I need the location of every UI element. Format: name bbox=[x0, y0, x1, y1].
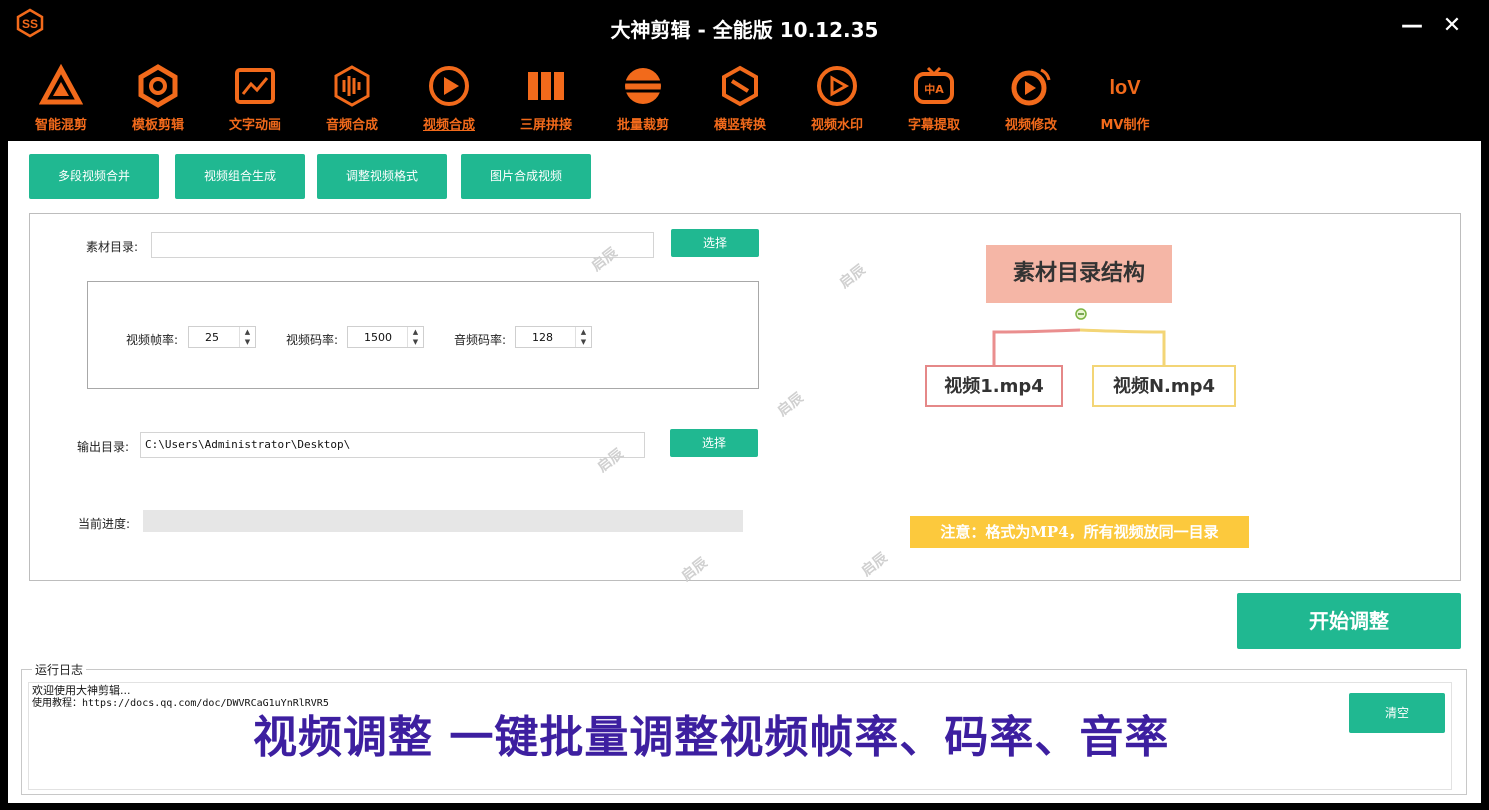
svg-text:loV: loV bbox=[1109, 77, 1141, 99]
stepper-up-icon[interactable]: ▲ bbox=[576, 327, 591, 337]
progress-bar bbox=[143, 510, 743, 532]
triangle-logo-icon bbox=[39, 64, 83, 105]
stepper-up-icon[interactable]: ▲ bbox=[408, 327, 423, 337]
nav-item-watermark[interactable]: 视频水印 bbox=[792, 64, 882, 140]
window-title: 大神剪辑 - 全能版 10.12.35 bbox=[610, 18, 879, 42]
frame-rate-value: 25 bbox=[205, 331, 219, 344]
nav-item-mv-make[interactable]: loV MV制作 bbox=[1080, 64, 1170, 140]
video-bitrate-label: 视频码率: bbox=[286, 333, 339, 347]
nav-label: 视频修改 bbox=[1004, 118, 1057, 133]
log-title: 运行日志 bbox=[32, 661, 87, 678]
audio-bitrate-label: 音频码率: bbox=[454, 333, 507, 347]
title-bar: SS 大神剪辑 - 全能版 10.12.35 — ✕ bbox=[0, 0, 1489, 56]
stepper-down-icon[interactable]: ▼ bbox=[576, 337, 591, 347]
progress-label: 当前进度: bbox=[78, 517, 131, 531]
watermark-play-icon bbox=[817, 66, 857, 106]
subtab-combo-generate[interactable]: 视频组合生成 bbox=[175, 154, 305, 199]
close-button[interactable]: ✕ bbox=[1438, 12, 1466, 40]
stepper-up-icon[interactable]: ▲ bbox=[240, 327, 255, 337]
mv-logo-icon: loV bbox=[1109, 77, 1141, 99]
nav-label: 智能混剪 bbox=[34, 118, 87, 133]
output-select-button[interactable]: 选择 bbox=[670, 429, 758, 457]
audio-bitrate-stepper[interactable]: 128 ▲ ▼ bbox=[515, 326, 592, 348]
source-select-button[interactable]: 选择 bbox=[671, 229, 759, 257]
nav-item-batch-crop[interactable]: 批量裁剪 bbox=[598, 64, 688, 140]
source-dir-label: 素材目录: bbox=[86, 240, 139, 254]
crop-circle-icon bbox=[625, 68, 661, 104]
main-panel: 素材目录: 选择 视频帧率: 25 ▲ ▼ 视频码率: 1500 ▲ ▼ 音频码率:… bbox=[29, 213, 1461, 585]
nav-item-video-synth[interactable]: 视频合成 bbox=[404, 64, 494, 140]
watermark-text: 启辰 bbox=[774, 389, 807, 420]
rotate-cube-icon bbox=[722, 65, 758, 107]
three-screen-icon bbox=[528, 72, 564, 100]
start-adjust-button[interactable]: 开始调整 bbox=[1237, 593, 1461, 649]
subtab-multi-merge[interactable]: 多段视频合并 bbox=[29, 154, 159, 199]
stepper-down-icon[interactable]: ▼ bbox=[240, 337, 255, 347]
source-dir-input[interactable] bbox=[151, 232, 654, 258]
nav-label: 文字动画 bbox=[228, 118, 281, 133]
nav-label: 视频合成 bbox=[422, 118, 475, 133]
video-edit-icon bbox=[1011, 68, 1051, 106]
output-dir-label: 输出目录: bbox=[77, 440, 130, 454]
nav-label: 三屏拼接 bbox=[519, 118, 572, 133]
minimize-button[interactable]: — bbox=[1398, 12, 1426, 40]
subtitle-tv-icon: 中A bbox=[914, 66, 954, 104]
content-area: 多段视频合并 视频组合生成 调整视频格式 图片合成视频 素材目录: 选择 视频帧… bbox=[8, 141, 1481, 803]
nav-item-smart-mix[interactable]: 智能混剪 bbox=[16, 64, 106, 140]
nav-item-video-modify[interactable]: 视频修改 bbox=[986, 64, 1076, 140]
nav-item-audio-synth[interactable]: 音频合成 bbox=[307, 64, 397, 140]
svg-text:中A: 中A bbox=[924, 82, 944, 96]
frame-rate-label: 视频帧率: bbox=[126, 333, 179, 347]
watermark-text: 启辰 bbox=[836, 261, 869, 292]
nav-label: 音频合成 bbox=[325, 118, 378, 133]
frame-rate-stepper[interactable]: 25 ▲ ▼ bbox=[188, 326, 256, 348]
nav-label: 模板剪辑 bbox=[131, 118, 184, 133]
diagram-root-node: 素材目录结构 bbox=[986, 245, 1172, 303]
dir-structure-diagram: 素材目录结构 视频1.mp4 视频N.mp4 注意：格式为MP4，所有视频放同一… bbox=[910, 244, 1270, 548]
nav-label: 视频水印 bbox=[810, 118, 863, 133]
clear-log-button[interactable]: 清空 bbox=[1349, 693, 1445, 733]
nav-label: MV制作 bbox=[1100, 118, 1150, 133]
nav-item-text-animation[interactable]: 文字动画 bbox=[210, 64, 300, 140]
video-bitrate-value: 1500 bbox=[364, 331, 392, 344]
diagram-node-first: 视频1.mp4 bbox=[925, 365, 1063, 407]
nav-item-orientation[interactable]: 横竖转换 bbox=[695, 64, 785, 140]
audio-bitrate-value: 128 bbox=[532, 331, 553, 344]
nav-item-three-screen[interactable]: 三屏拼接 bbox=[501, 64, 591, 140]
audio-wave-globe-icon bbox=[334, 65, 370, 107]
promo-banner: 视频调整 一键批量调整视频帧率、码率、音率 bbox=[253, 712, 1170, 763]
nav-label: 批量裁剪 bbox=[616, 118, 669, 133]
subtab-image-to-video[interactable]: 图片合成视频 bbox=[461, 154, 591, 199]
subtab-adjust-format[interactable]: 调整视频格式 bbox=[317, 154, 447, 199]
diagram-node-last: 视频N.mp4 bbox=[1092, 365, 1236, 407]
nav-label: 横竖转换 bbox=[713, 118, 766, 133]
nav-label: 字幕提取 bbox=[907, 118, 960, 133]
picture-frame-icon bbox=[235, 68, 275, 104]
stepper-down-icon[interactable]: ▼ bbox=[408, 337, 423, 347]
watermark-text: 启辰 bbox=[858, 549, 891, 580]
log-line: 欢迎使用大神剪辑... bbox=[32, 684, 131, 697]
nav-item-subtitle-extract[interactable]: 中A 字幕提取 bbox=[889, 64, 979, 140]
video-bitrate-stepper[interactable]: 1500 ▲ ▼ bbox=[347, 326, 424, 348]
module-nav: 智能混剪 模板剪辑 文字动画 音频合成 视频合成 三屏拼接 批量裁剪 横竖转换 … bbox=[0, 56, 1489, 141]
watermark-text: 启辰 bbox=[678, 554, 711, 585]
params-box: 视频帧率: 25 ▲ ▼ 视频码率: 1500 ▲ ▼ 音频码率: 128 ▲ ▼ bbox=[87, 281, 759, 389]
output-dir-input[interactable]: C:\Users\Administrator\Desktop\ bbox=[140, 432, 645, 458]
video-play-circle-icon bbox=[429, 66, 469, 106]
hexagon-q-icon bbox=[138, 64, 178, 108]
format-notice: 注意：格式为MP4，所有视频放同一目录 bbox=[910, 516, 1249, 548]
nav-item-template-edit[interactable]: 模板剪辑 bbox=[113, 64, 203, 140]
